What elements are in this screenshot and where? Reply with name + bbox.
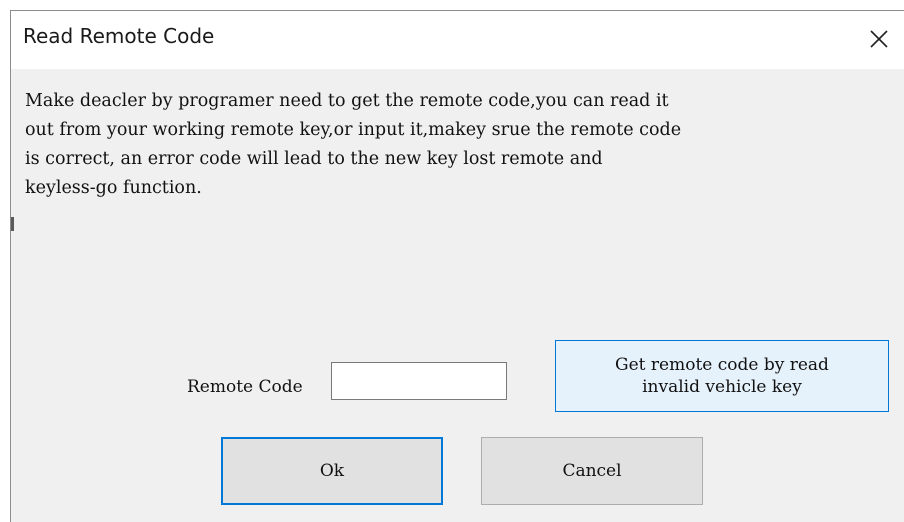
- close-button[interactable]: [854, 17, 904, 61]
- dialog-window: Read Remote Code Make deacler by program…: [10, 10, 904, 522]
- window-title: Read Remote Code: [23, 24, 215, 48]
- remote-code-input[interactable]: [331, 362, 507, 400]
- read-remote-code-button[interactable]: Get remote code by read invalid vehicle …: [555, 340, 889, 412]
- close-icon: [870, 30, 888, 48]
- title-bar[interactable]: Read Remote Code: [11, 11, 904, 69]
- ok-button[interactable]: Ok: [221, 437, 443, 505]
- cancel-button[interactable]: Cancel: [481, 437, 703, 505]
- window-edge-marker: [11, 217, 14, 231]
- instruction-text: Make deacler by programer need to get th…: [25, 91, 682, 198]
- remote-code-label: Remote Code: [187, 377, 303, 397]
